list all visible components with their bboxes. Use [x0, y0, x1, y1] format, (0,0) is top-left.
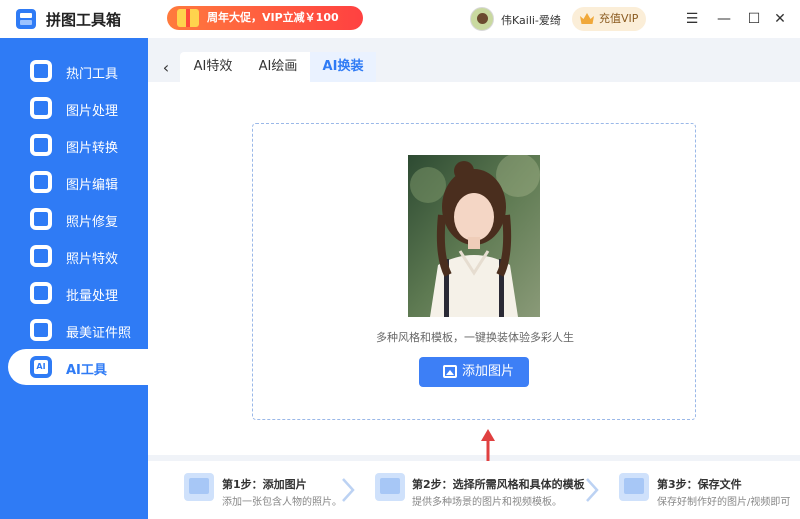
vip-button-label: 充值VIP — [599, 12, 639, 25]
batch-process-icon — [30, 282, 52, 304]
sidebar-item-photo-effects[interactable]: 照片特效 — [0, 238, 148, 274]
hot-tools-icon — [30, 60, 52, 82]
chevron-right-icon — [586, 478, 599, 502]
menu-icon[interactable]: ☰ — [682, 9, 702, 29]
sidebar-item-id-photo[interactable]: 最美证件照 — [0, 312, 148, 348]
step-3-title: 第3步：保存文件 — [657, 478, 742, 491]
sidebar-item-label: 图片处理 — [66, 104, 119, 119]
sidebar: 热门工具 图片处理 图片转换 图片编辑 照片修复 照片特效 批量处理 最美证件照… — [0, 38, 148, 519]
sidebar-item-image-process[interactable]: 图片处理 — [0, 90, 148, 126]
sidebar-item-image-convert[interactable]: 图片转换 — [0, 127, 148, 163]
gift-icon — [177, 9, 199, 27]
crown-icon — [580, 13, 594, 24]
chevron-right-icon — [342, 478, 355, 502]
photo-repair-icon — [30, 208, 52, 230]
add-image-button-label: 添加图片 — [462, 364, 515, 379]
step-2-desc: 提供多种场景的图片和视频模板。 — [412, 497, 562, 508]
steps-bar: 第1步：添加图片 添加一张包含人物的照片。 第2步：选择所需风格和具体的模板 提… — [148, 461, 800, 519]
save-step-icon — [619, 473, 649, 501]
sidebar-item-ai-tools[interactable]: AI AI工具 — [8, 349, 148, 385]
tab-ai-effects[interactable]: AI特效 — [180, 52, 246, 82]
promo-text: 周年大促，VIP立减￥100 — [207, 11, 339, 24]
tab-bar: AI特效 AI绘画 AI换装 — [180, 52, 376, 82]
upload-caption: 多种风格和模板，一键换装体验多彩人生 — [376, 331, 574, 344]
sample-portrait-image — [408, 155, 540, 317]
sidebar-item-label: 热门工具 — [66, 67, 119, 82]
title-bar: 拼图工具箱 周年大促，VIP立减￥100 伟Kaili-爱绮 充值VIP ☰ —… — [0, 0, 800, 38]
image-convert-icon — [30, 134, 52, 156]
step-3-desc: 保存好制作好的图片/视频即可 — [657, 497, 791, 508]
maximize-button[interactable]: ☐ — [744, 9, 764, 29]
sidebar-item-hot-tools[interactable]: 热门工具 — [0, 53, 148, 89]
sidebar-item-label: 照片修复 — [66, 215, 119, 230]
username[interactable]: 伟Kaili-爱绮 — [501, 12, 561, 28]
tab-ai-drawing[interactable]: AI绘画 — [246, 52, 310, 82]
promo-banner[interactable]: 周年大促，VIP立减￥100 — [167, 6, 363, 30]
content-panel: 多种风格和模板，一键换装体验多彩人生 添加图片 — [148, 82, 800, 485]
id-photo-icon — [30, 319, 52, 341]
step-1-desc: 添加一张包含人物的照片。 — [222, 497, 342, 508]
sidebar-item-label: 照片特效 — [66, 252, 119, 267]
sidebar-item-image-edit[interactable]: 图片编辑 — [0, 164, 148, 200]
avatar[interactable] — [470, 7, 494, 31]
add-image-step-icon — [184, 473, 214, 501]
sidebar-item-photo-repair[interactable]: 照片修复 — [0, 201, 148, 237]
ai-tools-icon: AI — [30, 356, 52, 378]
tab-ai-outfit[interactable]: AI换装 — [310, 52, 376, 82]
close-button[interactable]: ✕ — [770, 9, 790, 29]
main-area: ‹ AI特效 AI绘画 AI换装 多种风格和模板，一键换装体验多彩人生 添加图片… — [148, 38, 800, 519]
image-process-icon — [30, 97, 52, 119]
add-image-button[interactable]: 添加图片 — [419, 357, 529, 387]
minimize-button[interactable]: — — [714, 9, 734, 29]
sidebar-item-label: 批量处理 — [66, 289, 119, 304]
photo-effects-icon — [30, 245, 52, 267]
image-icon — [443, 365, 457, 378]
sidebar-item-label: 图片编辑 — [66, 178, 119, 193]
sidebar-item-label: AI工具 — [66, 363, 107, 378]
template-step-icon — [375, 473, 405, 501]
upload-dropzone[interactable]: 多种风格和模板，一键换装体验多彩人生 添加图片 — [252, 123, 696, 420]
back-chevron-icon[interactable]: ‹ — [156, 58, 176, 78]
sidebar-item-batch-process[interactable]: 批量处理 — [0, 275, 148, 311]
ai-badge: AI — [34, 360, 48, 374]
app-logo-icon — [16, 9, 36, 29]
app-title: 拼图工具箱 — [46, 11, 122, 29]
step-1-title: 第1步：添加图片 — [222, 478, 307, 491]
step-2-title: 第2步：选择所需风格和具体的模板 — [412, 478, 585, 491]
image-edit-icon — [30, 171, 52, 193]
sidebar-item-label: 最美证件照 — [66, 326, 132, 341]
sidebar-item-label: 图片转换 — [66, 141, 119, 156]
vip-button[interactable]: 充值VIP — [572, 7, 646, 31]
